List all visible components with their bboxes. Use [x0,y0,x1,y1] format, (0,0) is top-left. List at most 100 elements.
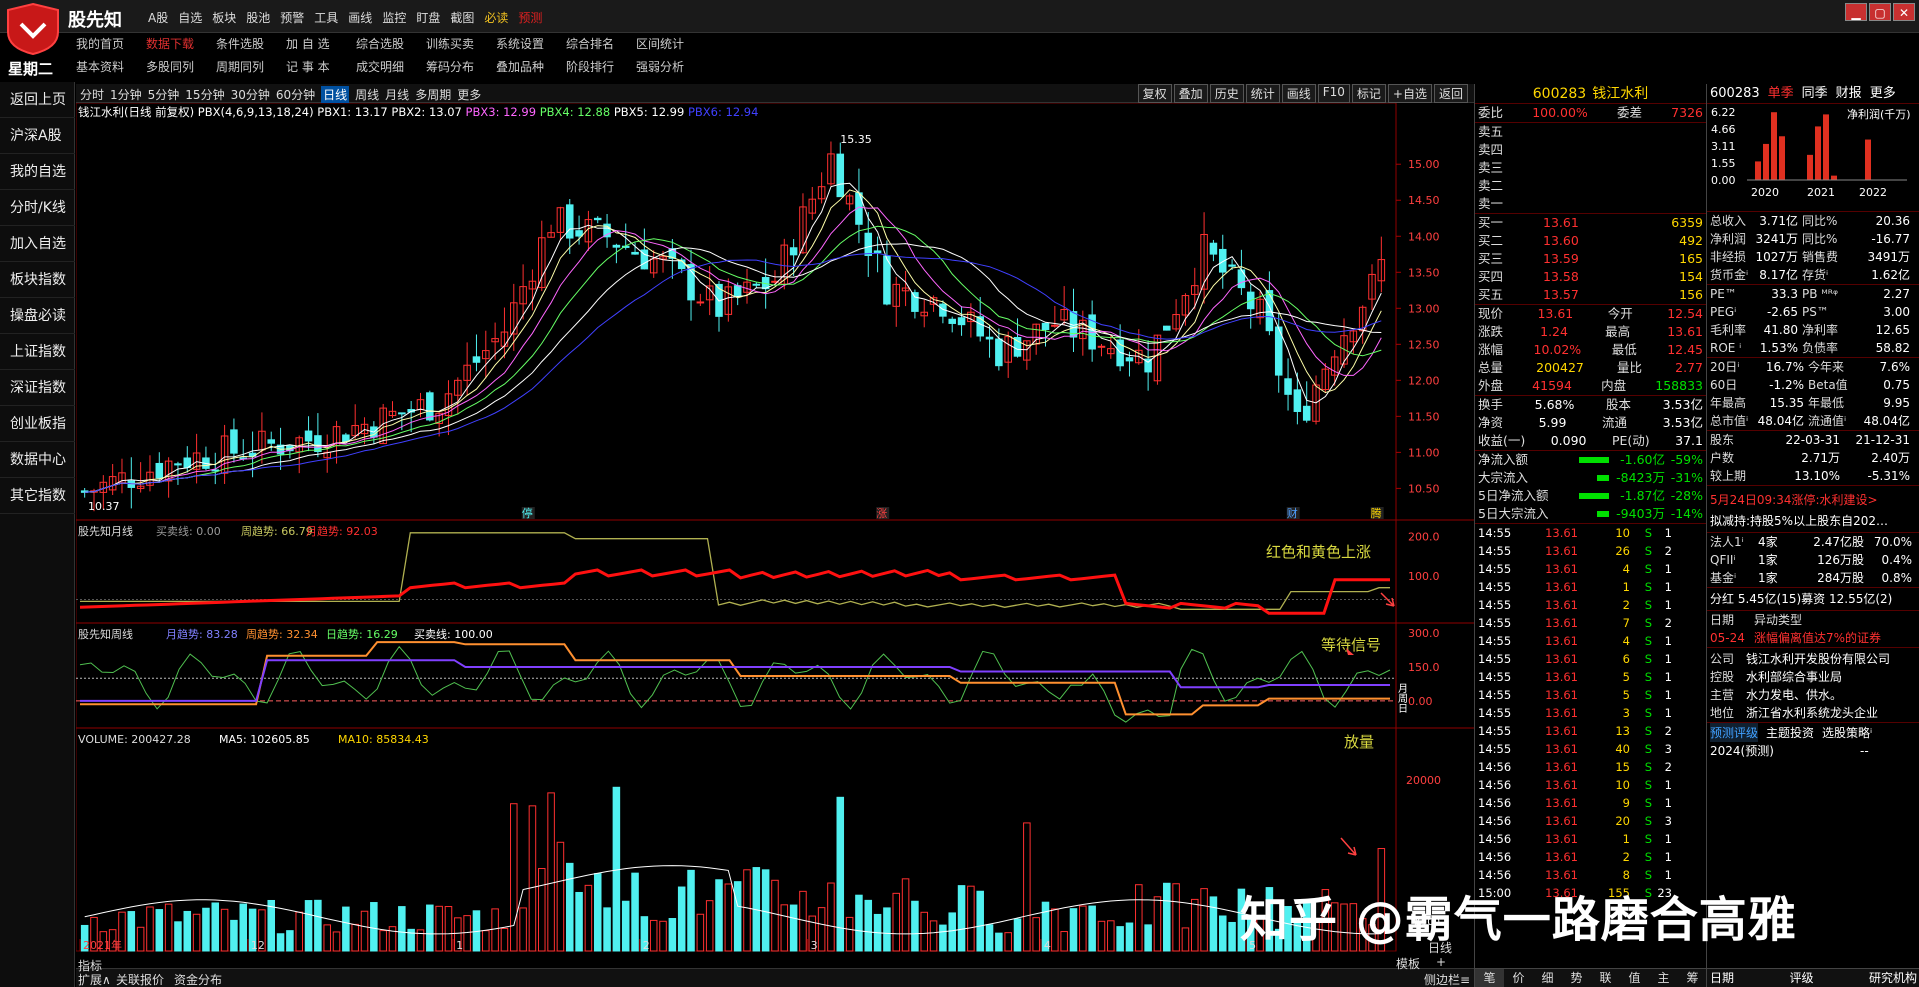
toolbar2-item-5[interactable]: 筹码分布 [416,58,486,75]
quote-tab-6[interactable]: 主 [1649,969,1678,987]
company-row-cell: 浙江省水利系统龙头企业 [1746,706,1879,720]
fin-row-cell: 3241万 [1755,232,1798,246]
sidebar-item-7[interactable]: 上证指数 [0,334,75,370]
tool-button-8[interactable]: 返回 [1433,84,1468,103]
bottom-tab-3[interactable]: 资金分布 [174,971,222,987]
forecast-tab-2[interactable]: 选股策略ⁱ [1822,723,1872,742]
sidebar-item-10[interactable]: 数据中心 [0,442,75,478]
quote-tab-1[interactable]: 价 [1504,969,1533,987]
toolbar2-item-8[interactable]: 强弱分析 [626,58,696,75]
toolbar2-item-1[interactable]: 多股同列 [136,58,206,75]
period-tab-10[interactable]: 更多 [457,86,481,103]
toolbar-item-7[interactable]: 综合排名 [556,35,626,52]
menu-2[interactable]: 板块 [212,9,236,26]
tool-button-7[interactable]: +自选 [1387,84,1432,103]
tick-cell: S [1644,616,1652,630]
minimize-icon[interactable]: ▁ [1845,3,1867,21]
period-tab-4[interactable]: 30分钟 [231,86,270,103]
tool-button-3[interactable]: 统计 [1245,84,1280,103]
news-item[interactable]: 拟减持:持股5%以上股东自202… [1707,510,1919,532]
bottom-right-0[interactable]: 模板 [1396,955,1420,972]
toolbar-item-5[interactable]: 训练买卖 [416,35,486,52]
info-last-tab-2[interactable]: 研究机构 [1869,969,1917,987]
sidebar-item-1[interactable]: 沪深A股 [0,118,75,154]
candle-body [230,429,238,454]
menu-1[interactable]: 自选 [178,9,202,26]
period-tab-5[interactable]: 60分钟 [276,86,315,103]
menu-10[interactable]: 必读 [484,9,508,26]
menu-9[interactable]: 截图 [450,9,474,26]
maximize-icon[interactable]: ▢ [1869,3,1891,21]
sidebar-item-8[interactable]: 深证指数 [0,370,75,406]
buy-row-cell: 买一 [1478,215,1504,230]
quote-tab-5[interactable]: 值 [1620,969,1649,987]
tool-button-1[interactable]: 叠加 [1173,84,1208,103]
toolbar-item-3[interactable]: 加 自 选 [276,35,346,52]
toolbar2-item-6[interactable]: 叠加品种 [486,58,556,75]
quote-tab-2[interactable]: 细 [1533,969,1562,987]
sidebar-item-4[interactable]: 加入自选 [0,226,75,262]
period-tab-8[interactable]: 月线 [385,86,409,103]
period-tab-6[interactable]: 日线 [321,86,350,103]
kline-chart[interactable]: 15.00 14.50 14.00 13.50 13.00 12.50 12.00 11.50… [76,103,1474,968]
toolbar2-item-4[interactable]: 成交明细 [346,58,416,75]
sidebar-item-0[interactable]: 返回上页 [0,82,75,118]
news-item[interactable]: 5月24日09:34涨停:水利建设> [1707,490,1919,510]
menu-8[interactable]: 盯盘 [416,9,440,26]
sidebar-item-2[interactable]: 我的自选 [0,154,75,190]
info-tab-0[interactable]: 单季 [1768,84,1794,103]
toolbar-item-4[interactable]: 综合选股 [346,35,416,52]
tool-button-4[interactable]: 画线 [1281,84,1316,103]
tool-button-0[interactable]: 复权 [1137,84,1172,103]
period-tab-7[interactable]: 周线 [355,86,379,103]
period-tab-2[interactable]: 5分钟 [148,86,180,103]
bottom-right-3[interactable]: 侧边栏≡ [1424,971,1470,987]
dividend-text: 分红 5.45亿(15)募资 12.55亿(2) [1710,592,1893,606]
info-tab-3[interactable]: 更多 [1870,84,1896,103]
tool-button-2[interactable]: 历史 [1209,84,1244,103]
toolbar2-item-7[interactable]: 阶段排行 [556,58,626,75]
forecast-tab-1[interactable]: 主题投资 [1766,723,1814,742]
bottom-tab-2[interactable]: 关联报价 [116,971,164,987]
toolbar2-item-0[interactable]: 基本资料 [66,58,136,75]
menu-4[interactable]: 预警 [280,9,304,26]
sidebar-item-11[interactable]: 其它指数 [0,478,75,514]
menu-7[interactable]: 监控 [382,9,406,26]
menu-0[interactable]: A股 [148,9,168,26]
info-last-tab-0[interactable]: 日期 [1710,969,1734,987]
toolbar-item-1[interactable]: 数据下载 [136,35,206,52]
candle-body [1228,264,1236,267]
sidebar-item-3[interactable]: 分时/K线 [0,190,75,226]
period-tab-3[interactable]: 15分钟 [185,86,224,103]
sidebar-item-5[interactable]: 板块指数 [0,262,75,298]
menu-5[interactable]: 工具 [314,9,338,26]
quote-tab-0[interactable]: 笔 [1475,969,1504,987]
toolbar-item-2[interactable]: 条件选股 [206,35,276,52]
menu-11[interactable]: 预测 [518,9,542,26]
tool-button-5[interactable]: F10 [1317,84,1350,103]
toolbar-item-6[interactable]: 系统设置 [486,35,556,52]
bottom-tab-1[interactable]: 扩展∧ [78,971,111,987]
quote-tab-3[interactable]: 势 [1562,969,1591,987]
tick-cell: 14:56 [1478,814,1512,828]
info-tab-2[interactable]: 财报 [1836,84,1862,103]
sidebar-item-9[interactable]: 创业板指 [0,406,75,442]
toolbar2-item-2[interactable]: 周期同列 [206,58,276,75]
info-last-tab-1[interactable]: 评级 [1789,969,1813,987]
bottom-right-1[interactable]: + [1436,955,1446,969]
toolbar-item-8[interactable]: 区间统计 [626,35,696,52]
sidebar-item-6[interactable]: 操盘必读 [0,298,75,334]
tool-button-6[interactable]: 标记 [1351,84,1386,103]
menu-6[interactable]: 画线 [348,9,372,26]
quote-tab-7[interactable]: 筹 [1678,969,1707,987]
info-tab-1[interactable]: 同季 [1802,84,1828,103]
quote-tab-4[interactable]: 联 [1591,969,1620,987]
toolbar-item-0[interactable]: 我的首页 [66,35,136,52]
period-tab-9[interactable]: 多周期 [415,86,451,103]
period-tab-0[interactable]: 分时 [80,86,104,103]
close-icon[interactable]: ✕ [1893,3,1915,21]
forecast-tab-0[interactable]: 预测评级 [1710,723,1759,742]
toolbar2-item-3[interactable]: 记 事 本 [276,58,346,75]
menu-3[interactable]: 股池 [246,9,270,26]
period-tab-1[interactable]: 1分钟 [110,86,142,103]
